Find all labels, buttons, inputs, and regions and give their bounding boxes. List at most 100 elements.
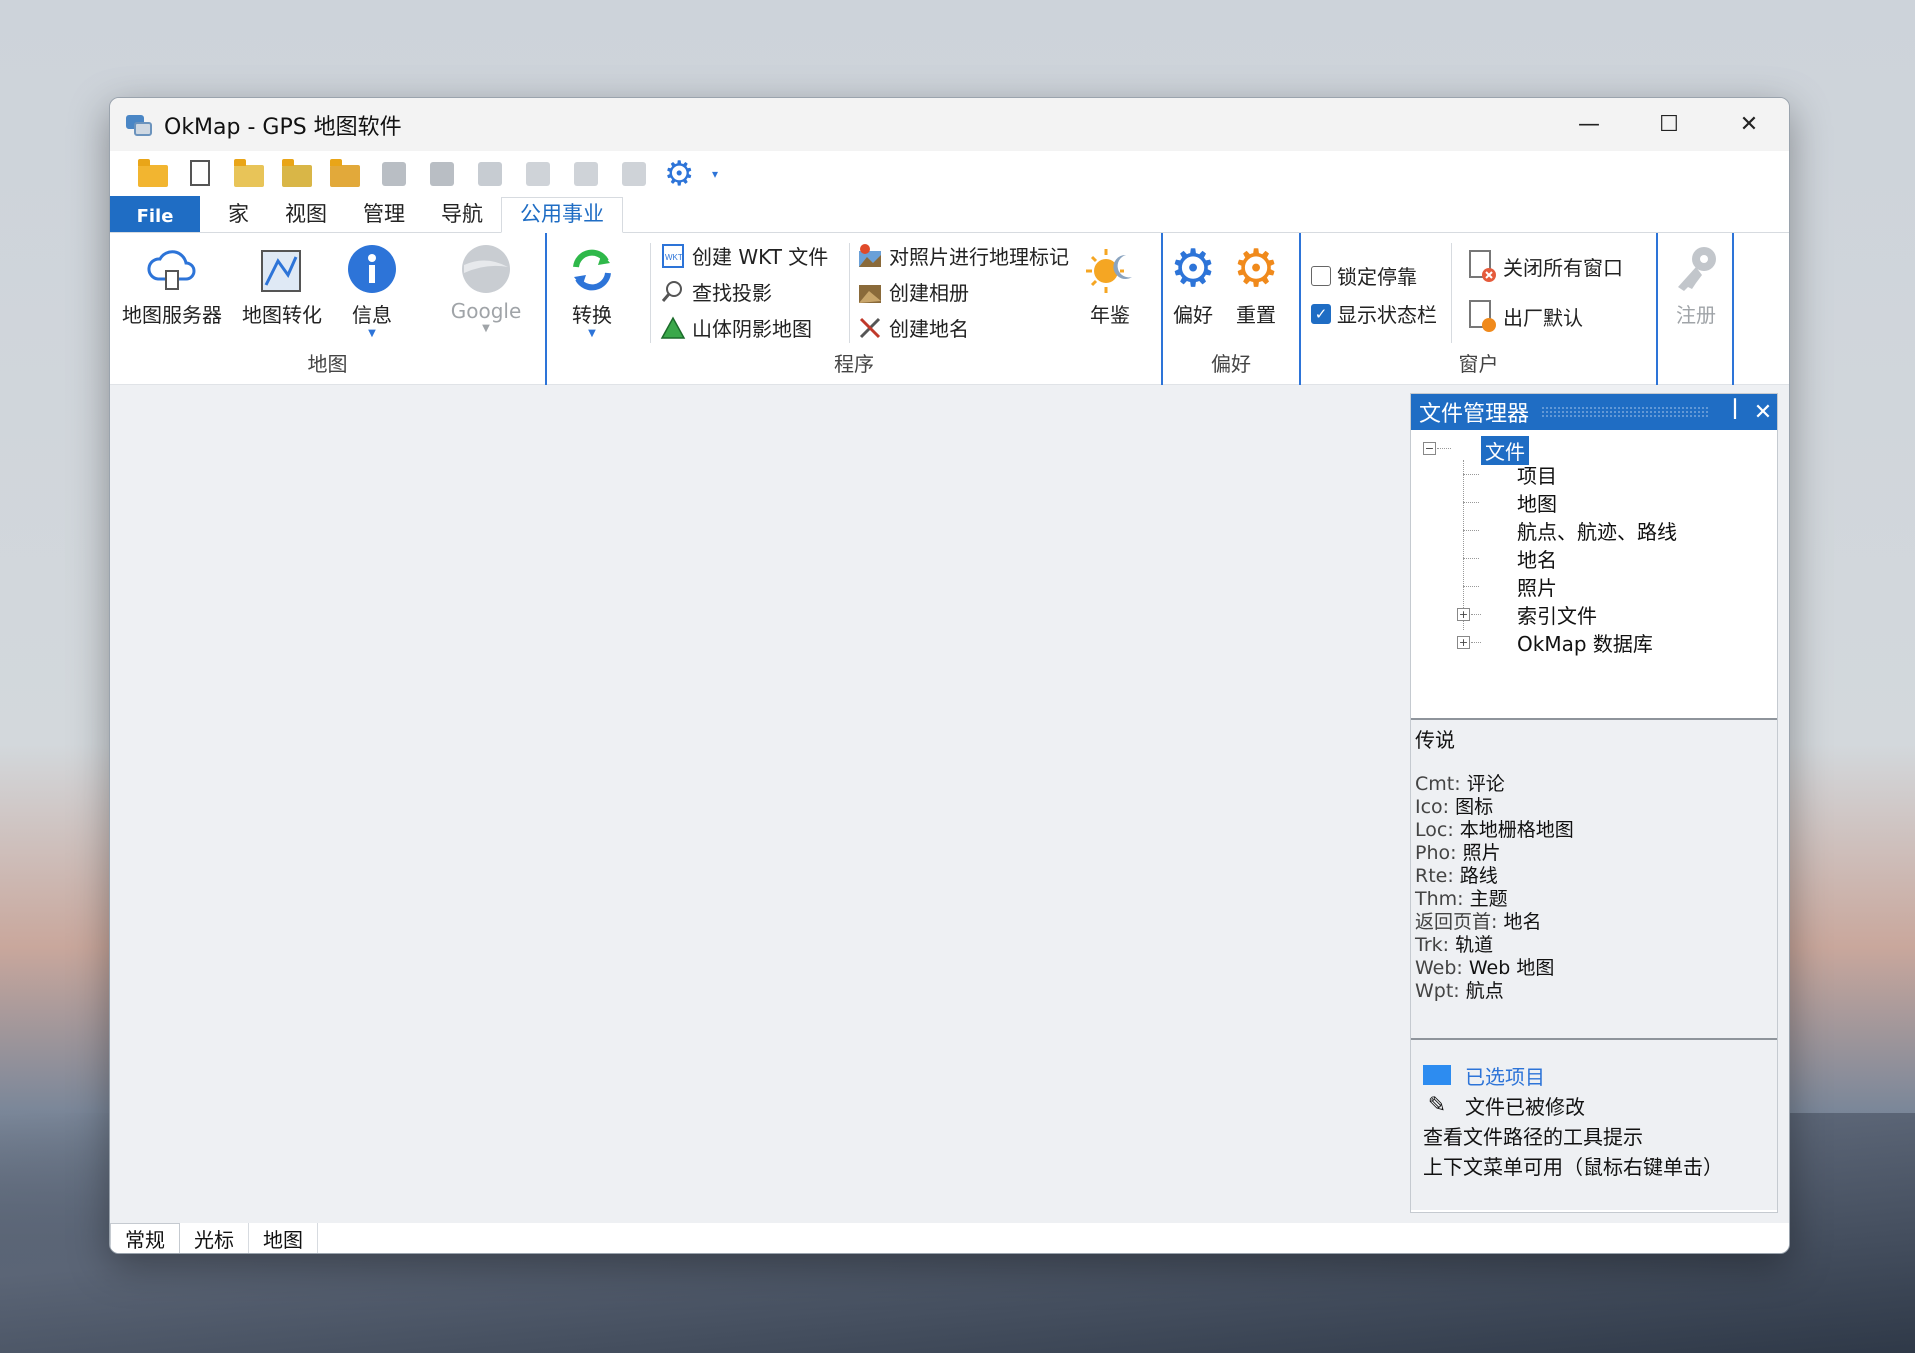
gear-orange-icon: ⚙	[1232, 239, 1280, 299]
create-placename-label: 创建地名	[889, 317, 969, 341]
convert-label: 转换	[572, 303, 612, 327]
album-icon	[857, 279, 883, 305]
tab-view[interactable]: 视图	[267, 196, 345, 232]
create-album-button[interactable]: 创建相册	[857, 277, 969, 306]
tree-item-okmap-database[interactable]: OkMap 数据库	[1517, 628, 1653, 657]
open-folder-icon[interactable]	[136, 157, 170, 191]
settings-gear-icon[interactable]: ⚙	[664, 157, 698, 191]
lock-docking-checkbox[interactable]: 锁定停靠	[1311, 261, 1417, 290]
mountain-icon	[660, 315, 686, 341]
open-gps-icon[interactable]	[328, 157, 362, 191]
program-group: 转换 ▼ WKT 创建 WKT 文件 查找投影 山体阴影地图 对照片进行地理标记	[547, 233, 1163, 385]
collapse-root-icon[interactable]: −	[1423, 442, 1436, 455]
open-web-icon[interactable]	[280, 157, 314, 191]
legend-row: Thm: 主题	[1415, 888, 1508, 910]
table-icon[interactable]	[616, 157, 650, 191]
show-statusbar-label: 显示状态栏	[1337, 303, 1437, 327]
ribbon-tabs: File 家 视图 管理 导航 公用事业	[110, 196, 1789, 233]
legend-row: Web: Web 地图	[1415, 957, 1555, 979]
wkt-file-icon: WKT	[660, 243, 686, 269]
register-button[interactable]: 注册	[1646, 241, 1746, 328]
lock-docking-check-box[interactable]	[1311, 265, 1331, 286]
photo-pin-icon	[857, 243, 883, 269]
expand-okmap-db-icon[interactable]: +	[1457, 636, 1470, 649]
save-as-icon[interactable]	[424, 157, 458, 191]
tab-home[interactable]: 家	[210, 196, 267, 232]
hillshade-map-button[interactable]: 山体阴影地图	[660, 313, 812, 342]
file-tree: − 文件 项目 地图 航点、航迹、路线 地名 照片 + 索引文件 + OkMap…	[1411, 430, 1777, 720]
route-icon[interactable]	[568, 157, 602, 191]
convert-arrows-icon	[564, 241, 620, 297]
notes-section: 已选项目 ✎ 文件已被修改 查看文件路径的工具提示 上下文菜单可用（鼠标右键单击…	[1411, 1040, 1777, 1210]
close-button[interactable]: ✕	[1709, 98, 1789, 151]
map-workspace[interactable]: 文件管理器 ꟾ ✕ − 文件 项目 地图 航点、航迹、路线 地名 照片 + 索引…	[110, 385, 1789, 1223]
map-server-button[interactable]: 地图服务器	[122, 241, 222, 328]
pencil-icon: ✎	[1427, 1092, 1447, 1118]
customize-toolbar-chevron-icon[interactable]: ▾	[712, 167, 718, 181]
create-album-label: 创建相册	[889, 281, 969, 305]
reset-button[interactable]: ⚙ 重置	[1221, 241, 1291, 328]
default-doc-icon	[1467, 299, 1497, 333]
map-convert-icon	[254, 241, 310, 297]
legend-row: Wpt: 航点	[1415, 980, 1504, 1002]
legend-list: Cmt: 评论 Ico: 图标 Loc: 本地栅格地图 Pho: 照片 Rte:…	[1415, 773, 1773, 1003]
pin-icon[interactable]: ꟾ	[1721, 400, 1749, 425]
key-icon	[1668, 241, 1724, 297]
open-file-icon[interactable]	[232, 157, 266, 191]
maximize-button[interactable]: ☐	[1629, 98, 1709, 151]
factory-default-button[interactable]: 出厂默认	[1467, 299, 1583, 333]
placename-tools-icon	[857, 315, 883, 341]
tab-file[interactable]: File	[110, 196, 200, 232]
file-manager-panel: 文件管理器 ꟾ ✕ − 文件 项目 地图 航点、航迹、路线 地名 照片 + 索引…	[1410, 393, 1778, 1213]
tree-item-maps[interactable]: 地图	[1517, 488, 1557, 517]
tab-navigation[interactable]: 导航	[423, 196, 501, 232]
geotag-photos-button[interactable]: 对照片进行地理标记	[857, 241, 1069, 270]
quick-access-toolbar: ⚙ ▾	[110, 151, 1789, 197]
status-tab-map[interactable]: 地图	[249, 1223, 318, 1253]
panel-drag-handle[interactable]	[1541, 406, 1709, 418]
sun-moon-icon	[1082, 241, 1138, 297]
legend-row: Trk: 轨道	[1415, 934, 1494, 956]
status-tab-cursor[interactable]: 光标	[180, 1223, 249, 1253]
tree-item-photos[interactable]: 照片	[1517, 572, 1557, 601]
tab-utilities[interactable]: 公用事业	[501, 197, 623, 233]
legend-row: Rte: 路线	[1415, 865, 1498, 887]
info-button[interactable]: 信息 ▼	[332, 241, 412, 339]
create-placename-button[interactable]: 创建地名	[857, 313, 969, 342]
tree-item-projects[interactable]: 项目	[1517, 460, 1557, 489]
map-convert-button[interactable]: 地图转化	[232, 241, 332, 328]
google-button[interactable]: Google ▼	[436, 241, 536, 334]
convert-button[interactable]: 转换 ▼	[542, 241, 642, 339]
show-statusbar-checkbox[interactable]: ✓ 显示状态栏	[1311, 299, 1437, 328]
google-dropdown-caret-icon[interactable]: ▼	[482, 323, 490, 334]
app-icon	[126, 113, 152, 137]
tree-item-placenames[interactable]: 地名	[1517, 544, 1557, 573]
yearbook-button[interactable]: 年鉴	[1060, 241, 1160, 328]
note-tooltip: 查看文件路径的工具提示	[1423, 1124, 1643, 1149]
preferences-button[interactable]: ⚙ 偏好	[1158, 241, 1228, 328]
gps-tools-icon[interactable]	[472, 157, 506, 191]
convert-dropdown-caret-icon[interactable]: ▼	[588, 328, 596, 339]
new-document-icon[interactable]	[184, 157, 218, 191]
show-statusbar-check-box[interactable]: ✓	[1311, 303, 1331, 324]
tab-manage[interactable]: 管理	[345, 196, 423, 232]
legend-row: Cmt: 评论	[1415, 773, 1505, 795]
save-icon[interactable]	[376, 157, 410, 191]
create-wkt-button[interactable]: WKT 创建 WKT 文件	[660, 241, 828, 270]
map-convert-label: 地图转化	[242, 303, 322, 327]
tree-item-index-files[interactable]: 索引文件	[1517, 600, 1597, 629]
info-dropdown-caret-icon[interactable]: ▼	[368, 328, 376, 339]
find-projection-button[interactable]: 查找投影	[660, 277, 772, 306]
track-icon[interactable]	[520, 157, 554, 191]
expand-index-files-icon[interactable]: +	[1457, 608, 1470, 621]
minimize-button[interactable]: —	[1549, 98, 1629, 151]
map-server-label: 地图服务器	[122, 303, 222, 327]
register-group: 注册	[1658, 233, 1734, 385]
legend-row: Pho: 照片	[1415, 842, 1501, 864]
preferences-label: 偏好	[1173, 303, 1213, 327]
close-all-windows-button[interactable]: 关闭所有窗口	[1467, 249, 1623, 283]
panel-close-icon[interactable]: ✕	[1749, 400, 1777, 425]
window-group-label: 窗户	[1458, 352, 1499, 376]
status-tab-general[interactable]: 常规	[110, 1223, 180, 1253]
tree-item-waypoints-tracks-routes[interactable]: 航点、航迹、路线	[1517, 516, 1677, 545]
